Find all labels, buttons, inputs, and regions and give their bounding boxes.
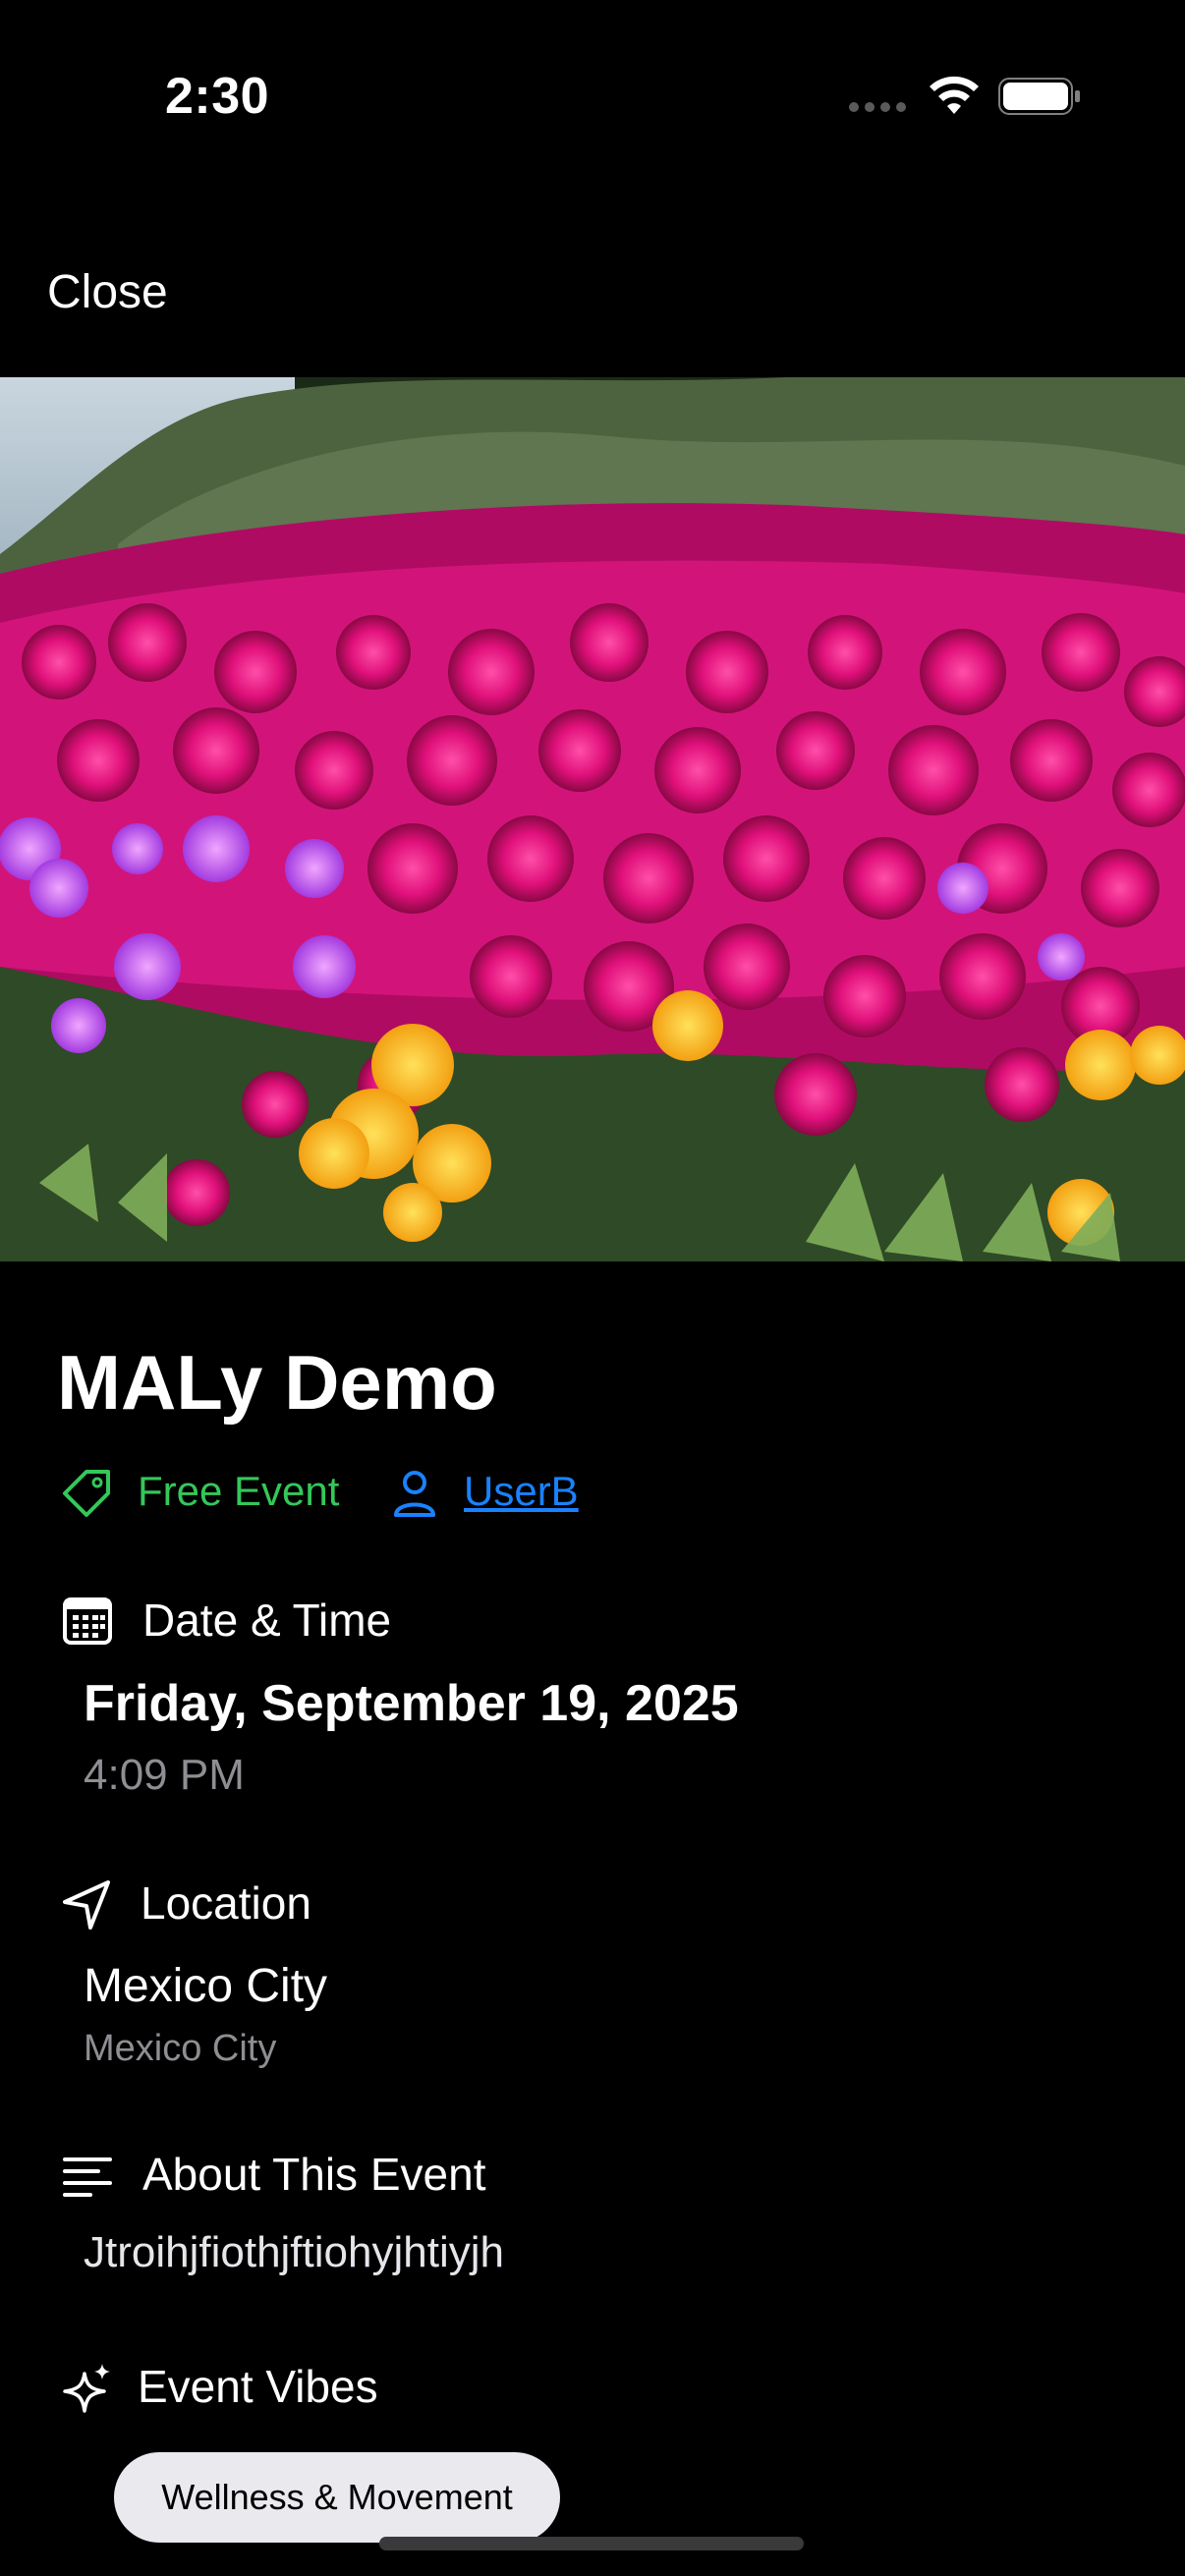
person-icon: [394, 1471, 435, 1517]
location-arrow-icon: [63, 1880, 110, 1930]
tag-icon: [63, 1470, 110, 1517]
text-align-left-icon: [63, 2157, 112, 2197]
date-time-heading: Date & Time: [142, 1595, 392, 1646]
host-link[interactable]: UserB: [464, 1468, 579, 1515]
vibes-heading: Event Vibes: [138, 2361, 378, 2412]
location-detail: Mexico City: [84, 2028, 277, 2069]
about-text: Jtroihjfiothjftiohyjhtiyjh: [84, 2228, 504, 2276]
vibe-tag-chip[interactable]: Wellness & Movement: [114, 2452, 560, 2543]
home-indicator[interactable]: [379, 2537, 804, 2550]
sparkles-icon: [63, 2364, 110, 2413]
close-button[interactable]: Close: [47, 265, 168, 319]
status-time: 2:30: [165, 68, 270, 125]
event-title: MALy Demo: [57, 1339, 497, 1426]
location-heading: Location: [141, 1877, 311, 1929]
event-date: Friday, September 19, 2025: [84, 1675, 739, 1732]
about-heading: About This Event: [142, 2149, 486, 2200]
calendar-icon: [63, 1597, 112, 1645]
battery-icon: [998, 78, 1080, 115]
location-name[interactable]: Mexico City: [84, 1959, 327, 2013]
event-time: 4:09 PM: [84, 1751, 245, 1799]
wifi-icon: [930, 76, 979, 114]
cellular-signal-icon: [849, 102, 908, 114]
price-label: Free Event: [138, 1468, 340, 1514]
event-cover-image: [0, 377, 1185, 1261]
